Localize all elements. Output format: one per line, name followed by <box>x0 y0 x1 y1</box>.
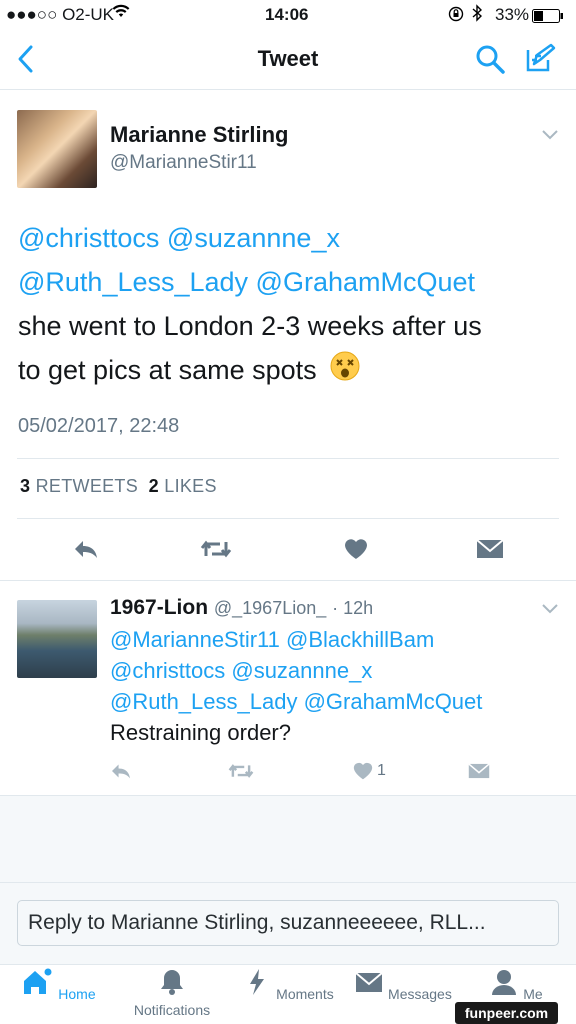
retweets-label[interactable]: RETWEETS <box>36 476 138 496</box>
reply-icon[interactable] <box>110 762 132 785</box>
likes-label[interactable]: LIKES <box>164 476 217 496</box>
reply-likes-count: 1 <box>377 762 386 779</box>
reply-mentions-line[interactable]: @Ruth_Less_Lady @GrahamMcQuet <box>110 686 482 717</box>
reply-author-handle[interactable]: @_1967Lion_ <box>214 598 326 618</box>
tab-notifications[interactable]: Notifications <box>122 965 222 1018</box>
retweets-count[interactable]: 3 <box>20 476 30 496</box>
likes-count[interactable]: 2 <box>149 476 159 496</box>
like-heart-icon[interactable] <box>343 537 369 566</box>
wifi-icon <box>112 3 130 24</box>
carrier-label: ●●●○○ O2-UK <box>6 5 115 24</box>
reply-author-name[interactable]: 1967-Lion <box>110 596 208 619</box>
rotation-lock-icon <box>448 6 464 27</box>
divider <box>17 518 559 519</box>
tab-home[interactable]: Home <box>8 965 108 1002</box>
compose-icon[interactable] <box>524 42 556 79</box>
status-bar: ●●●○○ O2-UK 14:06 33% <box>0 0 576 30</box>
bell-icon <box>157 965 187 999</box>
tweet-stats: 3 RETWEETS 2 LIKES <box>20 476 217 497</box>
dizzy-face-emoji-icon <box>330 350 360 394</box>
tweet-mentions-line[interactable]: @christtocs @suzannne_x <box>18 216 558 260</box>
reply-mentions-line[interactable]: @christtocs @suzannne_x <box>110 655 482 686</box>
tweet-text-line: she went to London 2-3 weeks after us <box>18 311 482 341</box>
direct-message-icon[interactable] <box>468 763 490 784</box>
tab-me[interactable]: Me <box>466 965 566 1002</box>
reply-author-avatar[interactable] <box>17 600 97 678</box>
navigation-bar: Tweet <box>0 30 576 90</box>
reply-body: @MarianneStir11 @BlackhillBam @christtoc… <box>110 624 482 748</box>
reply-input[interactable]: Reply to Marianne Stirling, suzanneeeeee… <box>17 900 559 946</box>
battery-percent: 33% <box>495 5 530 24</box>
watermark: funpeer.com <box>455 1002 558 1024</box>
reply-icon[interactable] <box>73 538 99 565</box>
reply-mentions-line[interactable]: @MarianneStir11 @BlackhillBam <box>110 624 482 655</box>
tab-label: Me <box>523 986 543 1002</box>
chevron-down-icon[interactable] <box>541 128 559 146</box>
divider <box>0 580 576 581</box>
tweet-body: @christtocs @suzannne_x @Ruth_Less_Lady … <box>18 216 558 394</box>
direct-message-icon[interactable] <box>476 539 504 564</box>
envelope-icon <box>354 965 384 999</box>
retweet-icon[interactable] <box>228 762 254 785</box>
tab-label: Notifications <box>133 1002 211 1018</box>
reply-time: · 12h <box>332 598 374 618</box>
chevron-down-icon[interactable] <box>541 602 559 620</box>
tab-label: Messages <box>388 986 452 1002</box>
author-avatar[interactable] <box>17 110 97 188</box>
author-handle[interactable]: @MarianneStir11 <box>110 152 257 174</box>
like-heart-icon[interactable] <box>352 761 374 786</box>
tab-label: Home <box>58 986 96 1002</box>
author-name[interactable]: Marianne Stirling <box>110 122 288 148</box>
reply-header: 1967-Lion @_1967Lion_ · 12h <box>110 596 373 620</box>
divider <box>17 458 559 459</box>
bluetooth-icon <box>472 4 483 27</box>
search-icon[interactable] <box>474 43 506 80</box>
profile-icon <box>489 965 519 999</box>
tab-moments[interactable]: Moments <box>238 965 338 1002</box>
clock: 14:06 <box>265 5 309 24</box>
lightning-icon <box>242 965 272 999</box>
tweet-mentions-line[interactable]: @Ruth_Less_Lady @GrahamMcQuet <box>18 260 558 304</box>
tweet-timestamp: 05/02/2017, 22:48 <box>18 415 180 437</box>
retweet-icon[interactable] <box>200 538 232 565</box>
tab-label: Moments <box>276 986 334 1002</box>
empty-area <box>0 796 576 882</box>
reply-text: Restraining order? <box>110 720 291 745</box>
tweet-text-line: to get pics at same spots <box>18 355 317 385</box>
tab-messages[interactable]: Messages <box>353 965 453 1002</box>
battery-icon <box>532 8 564 28</box>
home-icon <box>20 965 54 999</box>
